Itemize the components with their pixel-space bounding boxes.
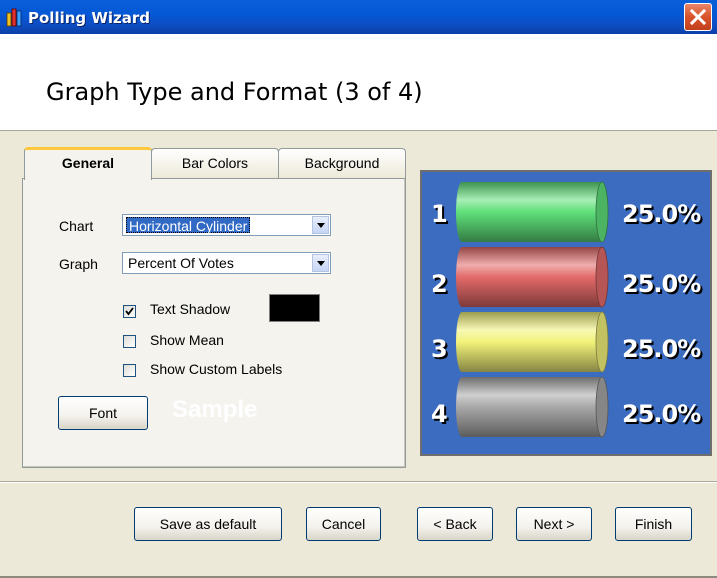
graph-preview: 1 25.0% 2 25.0% 3 25.0% 4 25.0%	[420, 170, 712, 456]
chevron-down-icon	[317, 223, 325, 228]
row-number: 4	[431, 400, 448, 428]
row-number: 1	[431, 200, 448, 228]
close-button[interactable]	[684, 3, 712, 31]
checkmark-icon	[125, 307, 134, 316]
save-as-default-button[interactable]: Save as default	[134, 507, 282, 541]
cylinder-bar	[456, 246, 609, 308]
font-button[interactable]: Font	[58, 396, 148, 430]
font-sample-text: Sample	[172, 396, 258, 423]
chevron-down-icon	[317, 261, 325, 266]
tab-background[interactable]: Background	[278, 148, 406, 178]
show-mean-checkbox[interactable]	[123, 335, 136, 348]
show-mean-label: Show Mean	[150, 332, 224, 348]
footer-separator	[0, 481, 717, 483]
close-icon	[690, 9, 706, 25]
row-percent: 25.0%	[622, 270, 701, 298]
text-shadow-checkbox[interactable]	[123, 305, 136, 318]
row-number: 3	[431, 335, 448, 363]
cylinder-bar	[456, 181, 609, 243]
next-button[interactable]: Next >	[516, 507, 592, 541]
text-shadow-color-swatch[interactable]	[269, 294, 320, 322]
cylinder-bar	[456, 376, 609, 438]
chart-dropdown-button[interactable]	[312, 216, 329, 234]
page-title: Graph Type and Format (3 of 4)	[46, 78, 423, 106]
graph-type-value: Percent Of Votes	[128, 255, 234, 271]
cancel-button[interactable]: Cancel	[306, 507, 381, 541]
chart-label: Chart	[59, 218, 94, 234]
row-number: 2	[431, 270, 448, 298]
row-percent: 25.0%	[622, 400, 701, 428]
graph-type-select[interactable]: Percent Of Votes	[122, 252, 331, 274]
title-bar: Polling Wizard	[0, 0, 717, 34]
graph-label: Graph	[59, 256, 98, 272]
app-icon	[6, 8, 22, 27]
text-shadow-label: Text Shadow	[150, 301, 231, 317]
cylinder-bar	[456, 311, 609, 373]
row-percent: 25.0%	[622, 335, 701, 363]
finish-button[interactable]: Finish	[615, 507, 692, 541]
show-custom-labels-checkbox[interactable]	[123, 364, 136, 377]
wizard-header: Graph Type and Format (3 of 4)	[0, 34, 717, 131]
chart-type-value: Horizontal Cylinder	[126, 217, 251, 234]
window-title: Polling Wizard	[28, 9, 151, 27]
back-button[interactable]: < Back	[417, 507, 493, 541]
chart-type-select[interactable]: Horizontal Cylinder	[122, 214, 331, 236]
row-percent: 25.0%	[622, 200, 701, 228]
tab-bar-colors[interactable]: Bar Colors	[151, 148, 279, 178]
tab-general[interactable]: General	[24, 147, 152, 180]
graph-dropdown-button[interactable]	[312, 254, 329, 272]
show-custom-labels-label: Show Custom Labels	[150, 361, 283, 377]
